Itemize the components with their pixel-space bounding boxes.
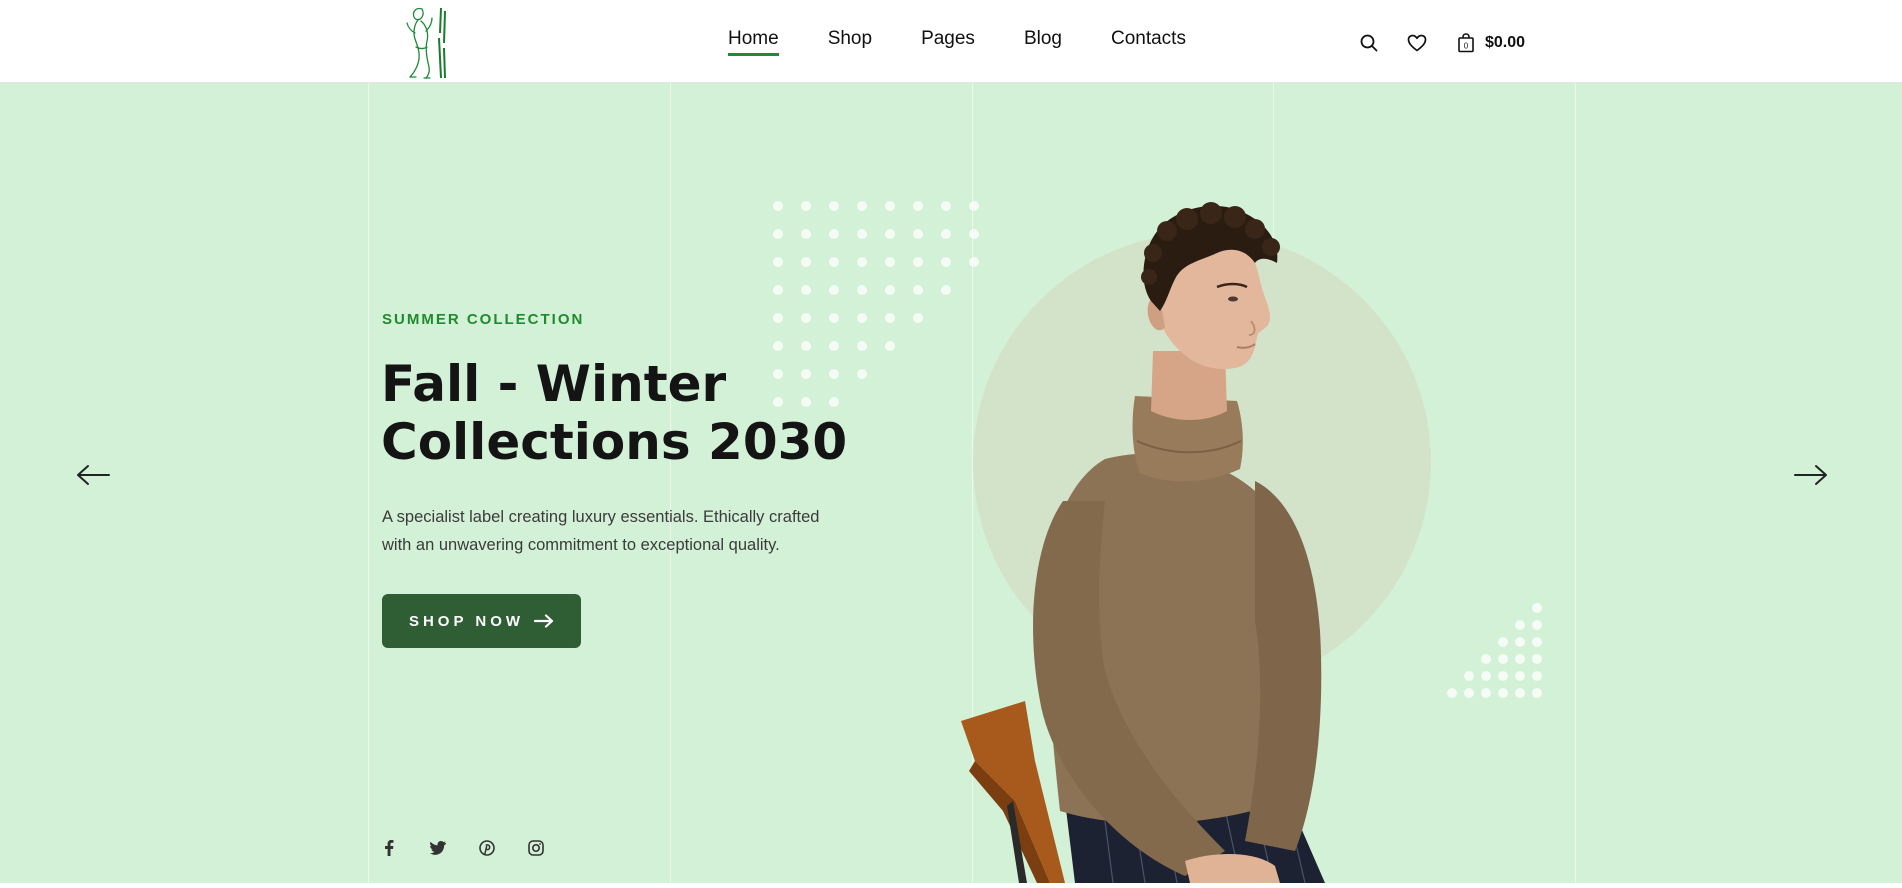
decorative-dot xyxy=(913,229,923,239)
decorative-dot xyxy=(885,285,895,295)
nav-home[interactable]: Home xyxy=(728,28,779,56)
decorative-dot xyxy=(1532,688,1542,698)
heart-icon[interactable] xyxy=(1406,32,1428,54)
main-nav: Home Shop Pages Blog Contacts xyxy=(728,28,1186,56)
decorative-dot xyxy=(801,341,811,351)
nav-contacts[interactable]: Contacts xyxy=(1111,28,1186,56)
arrow-left-icon xyxy=(77,465,110,485)
site-header: Home Shop Pages Blog Contacts 0 $0.00 xyxy=(0,0,1902,83)
decorative-dot xyxy=(801,257,811,267)
shopping-bag-icon[interactable]: 0 xyxy=(1455,32,1477,54)
pinterest-icon[interactable] xyxy=(479,840,495,856)
decorative-dot xyxy=(857,229,867,239)
decorative-dot xyxy=(829,285,839,295)
grid-line xyxy=(368,83,369,883)
hero-description-line-2: with an unwavering commitment to excepti… xyxy=(382,536,780,554)
decorative-dot xyxy=(913,285,923,295)
decorative-dot xyxy=(801,285,811,295)
decorative-dot xyxy=(1515,637,1525,647)
decorative-dot xyxy=(829,257,839,267)
next-slide-button[interactable] xyxy=(1793,463,1829,487)
arrow-right-icon xyxy=(1794,465,1827,485)
decorative-dot xyxy=(1532,654,1542,664)
decorative-dot xyxy=(773,341,783,351)
figure-logo-icon xyxy=(406,7,446,79)
decorative-dot xyxy=(857,341,867,351)
hero-subtitle: SUMMER COLLECTION xyxy=(382,311,585,328)
decorative-dot xyxy=(885,313,895,323)
decorative-dot xyxy=(857,285,867,295)
decorative-dot xyxy=(829,341,839,351)
hero-title: Fall - Winter Collections 2030 xyxy=(381,355,901,471)
model-image xyxy=(961,202,1325,883)
decorative-dot xyxy=(1532,637,1542,647)
arrow-right-icon xyxy=(534,614,554,628)
instagram-icon[interactable] xyxy=(528,840,544,856)
decorative-dot xyxy=(773,257,783,267)
grid-line xyxy=(1575,83,1576,883)
decorative-dot xyxy=(829,229,839,239)
decorative-dot xyxy=(829,201,839,211)
decorative-dot xyxy=(773,201,783,211)
decorative-dot xyxy=(1532,620,1542,630)
hero-slider: SUMMER COLLECTION Fall - Winter Collecti… xyxy=(0,83,1902,883)
decorative-dot xyxy=(941,201,951,211)
nav-shop[interactable]: Shop xyxy=(828,28,872,56)
search-icon[interactable] xyxy=(1358,32,1380,54)
cart-count: 0 xyxy=(1464,42,1469,51)
shop-now-label: SHOP NOW xyxy=(408,612,525,630)
decorative-dot xyxy=(857,201,867,211)
decorative-dot xyxy=(801,313,811,323)
hero-title-line-1: Fall - Winter xyxy=(381,355,727,413)
decorative-dot xyxy=(829,313,839,323)
decorative-dot xyxy=(885,341,895,351)
decorative-dot xyxy=(801,229,811,239)
nav-blog[interactable]: Blog xyxy=(1024,28,1062,56)
decorative-dot xyxy=(1515,620,1525,630)
decorative-dot xyxy=(801,201,811,211)
decorative-dot xyxy=(773,313,783,323)
prev-slide-button[interactable] xyxy=(75,463,111,487)
grid-line xyxy=(670,83,671,883)
decorative-dot xyxy=(913,201,923,211)
nav-pages[interactable]: Pages xyxy=(921,28,975,56)
decorative-dot xyxy=(1515,688,1525,698)
twitter-icon[interactable] xyxy=(430,840,446,856)
decorative-dot xyxy=(1532,603,1542,613)
decorative-dot xyxy=(1515,654,1525,664)
decorative-dot xyxy=(773,285,783,295)
hero-title-line-2: Collections 2030 xyxy=(381,413,848,471)
decorative-dot xyxy=(773,229,783,239)
social-links xyxy=(381,840,577,856)
header-tools: 0 $0.00 xyxy=(1358,30,1525,56)
brand-logo[interactable] xyxy=(402,3,454,80)
shop-now-button[interactable]: SHOP NOW xyxy=(382,594,581,648)
facebook-icon[interactable] xyxy=(381,840,397,856)
decorative-dot xyxy=(885,229,895,239)
decorative-dot xyxy=(913,313,923,323)
decorative-dot xyxy=(941,229,951,239)
decorative-dot xyxy=(857,313,867,323)
hero-description-line-1: A specialist label creating luxury essen… xyxy=(382,508,820,526)
decorative-dot xyxy=(1532,671,1542,681)
cart-total[interactable]: $0.00 xyxy=(1485,34,1525,52)
decorative-dot xyxy=(941,285,951,295)
decorative-dot xyxy=(941,257,951,267)
decorative-dot xyxy=(885,257,895,267)
decorative-dot xyxy=(857,257,867,267)
decorative-dot xyxy=(1515,671,1525,681)
decorative-dot xyxy=(913,257,923,267)
hero-description: A specialist label creating luxury essen… xyxy=(382,503,852,559)
decorative-dot xyxy=(885,201,895,211)
